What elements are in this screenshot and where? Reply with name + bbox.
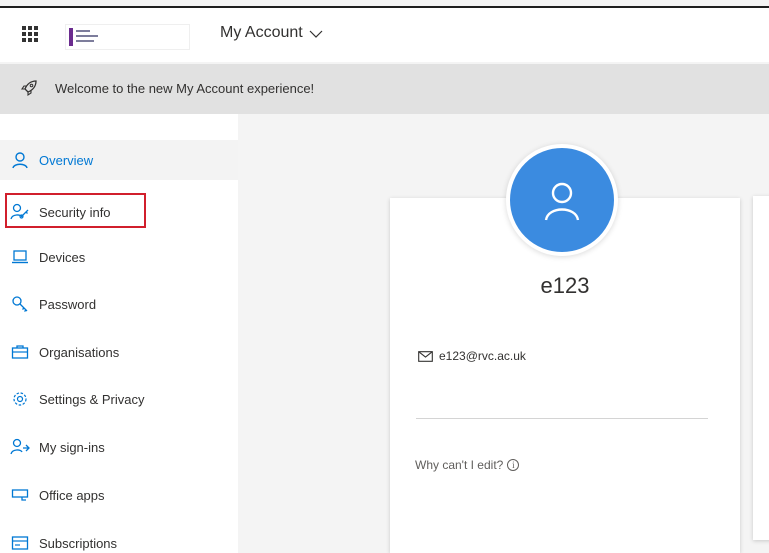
- sidebar-item-settings-privacy[interactable]: Settings & Privacy: [0, 379, 238, 419]
- subscriptions-icon: [10, 533, 30, 553]
- top-bar: My Account: [0, 6, 769, 62]
- sidebar-item-label: Devices: [39, 249, 86, 265]
- person-icon: [10, 150, 30, 170]
- security-info-icon: [10, 202, 30, 222]
- banner-message: Welcome to the new My Account experience…: [55, 81, 315, 96]
- gear-icon: [10, 389, 30, 409]
- organisation-logo[interactable]: [65, 24, 190, 50]
- avatar[interactable]: [506, 144, 618, 256]
- sidebar-item-organisations[interactable]: Organisations: [0, 332, 238, 372]
- sidebar-item-my-sign-ins[interactable]: My sign-ins: [0, 427, 238, 467]
- key-icon: [10, 294, 30, 314]
- person-icon: [544, 182, 580, 221]
- sidebar-item-label: Overview: [39, 152, 94, 168]
- why-cant-i-edit-link[interactable]: Why can't I edit? i: [415, 458, 520, 472]
- why-cant-i-edit-label: Why can't I edit?: [415, 458, 504, 472]
- sidebar-item-label: Organisations: [39, 344, 120, 360]
- app-title: My Account: [220, 24, 303, 41]
- rocket-icon: [20, 80, 37, 97]
- sidebar-item-label: Password: [39, 296, 97, 312]
- secondary-card: [753, 196, 769, 540]
- sidebar-item-password[interactable]: Password: [0, 284, 238, 324]
- chevron-down-icon: [309, 30, 323, 38]
- sidebar-item-security-info[interactable]: Security info: [0, 192, 238, 232]
- sidebar-item-office-apps[interactable]: Office apps: [0, 475, 238, 515]
- sign-ins-icon: [10, 437, 30, 457]
- profile-username: e123: [540, 273, 590, 298]
- office-apps-icon: [10, 485, 30, 505]
- laptop-icon: [10, 247, 30, 267]
- profile-email-row: e123@rvc.ac.uk: [418, 349, 526, 363]
- my-account-menu[interactable]: My Account: [220, 24, 323, 42]
- mail-icon: [418, 350, 433, 362]
- sidebar-item-overview[interactable]: Overview: [0, 140, 238, 180]
- card-divider: [416, 418, 708, 419]
- sidebar-item-label: Security info: [39, 204, 111, 220]
- sidebar-item-label: Office apps: [39, 487, 105, 503]
- welcome-banner: Welcome to the new My Account experience…: [0, 64, 769, 114]
- sidebar-item-subscriptions[interactable]: Subscriptions: [0, 523, 238, 553]
- sidebar-nav: Overview Security info Devices Password …: [0, 114, 238, 553]
- briefcase-icon: [10, 342, 30, 362]
- sidebar-item-label: Settings & Privacy: [39, 391, 145, 407]
- app-launcher-icon[interactable]: [22, 26, 38, 42]
- profile-email: e123@rvc.ac.uk: [439, 349, 526, 363]
- info-icon: i: [507, 459, 520, 471]
- sidebar-item-label: My sign-ins: [39, 439, 105, 455]
- sidebar-item-devices[interactable]: Devices: [0, 237, 238, 277]
- sidebar-item-label: Subscriptions: [39, 535, 118, 551]
